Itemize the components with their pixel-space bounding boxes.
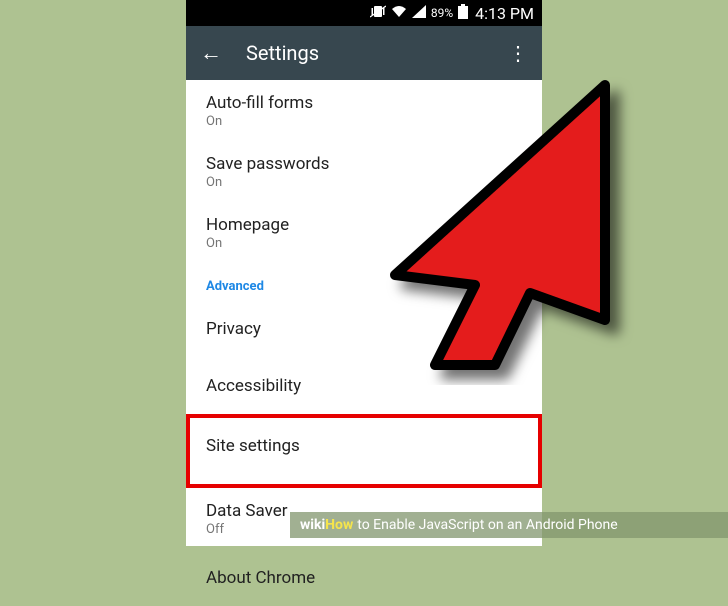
status-bar: 89% 4:13 PM <box>186 0 542 26</box>
page-title: Settings <box>246 41 319 65</box>
setting-homepage[interactable]: Homepage On <box>186 202 542 263</box>
clock: 4:13 PM <box>475 4 534 23</box>
app-bar: ← Settings ⋮ <box>186 26 542 80</box>
setting-title: Site settings <box>206 430 522 462</box>
watermark-text: to Enable JavaScript on an Android Phone <box>357 517 617 533</box>
vibrate-icon <box>370 5 386 22</box>
setting-title: Auto-fill forms <box>206 93 522 113</box>
battery-icon <box>458 4 468 23</box>
setting-title: Accessibility <box>206 370 522 402</box>
setting-site-settings[interactable]: Site settings <box>186 414 542 488</box>
battery-percent: 89% <box>431 6 453 20</box>
signal-icon <box>412 5 426 22</box>
setting-subtitle: On <box>206 175 522 190</box>
setting-title: Save passwords <box>206 154 522 174</box>
setting-privacy[interactable]: Privacy <box>186 300 542 357</box>
section-header-advanced: Advanced <box>186 263 542 300</box>
setting-title: About Chrome <box>206 562 522 594</box>
setting-title: Homepage <box>206 215 522 235</box>
back-icon[interactable]: ← <box>200 40 222 66</box>
phone-frame: 89% 4:13 PM ← Settings ⋮ Auto-fill forms… <box>186 0 542 546</box>
watermark-brand-1: wiki <box>300 517 325 533</box>
overflow-menu-icon[interactable]: ⋮ <box>508 41 526 65</box>
setting-accessibility[interactable]: Accessibility <box>186 357 542 414</box>
setting-save-passwords[interactable]: Save passwords On <box>186 141 542 202</box>
watermark-brand-2: How <box>325 517 353 533</box>
setting-title: Privacy <box>206 313 522 345</box>
setting-about-chrome[interactable]: About Chrome <box>186 549 542 606</box>
wifi-icon <box>391 5 407 22</box>
watermark: wikiHow to Enable JavaScript on an Andro… <box>290 512 728 538</box>
setting-autofill-forms[interactable]: Auto-fill forms On <box>186 80 542 141</box>
setting-subtitle: On <box>206 236 522 251</box>
setting-subtitle: On <box>206 114 522 129</box>
